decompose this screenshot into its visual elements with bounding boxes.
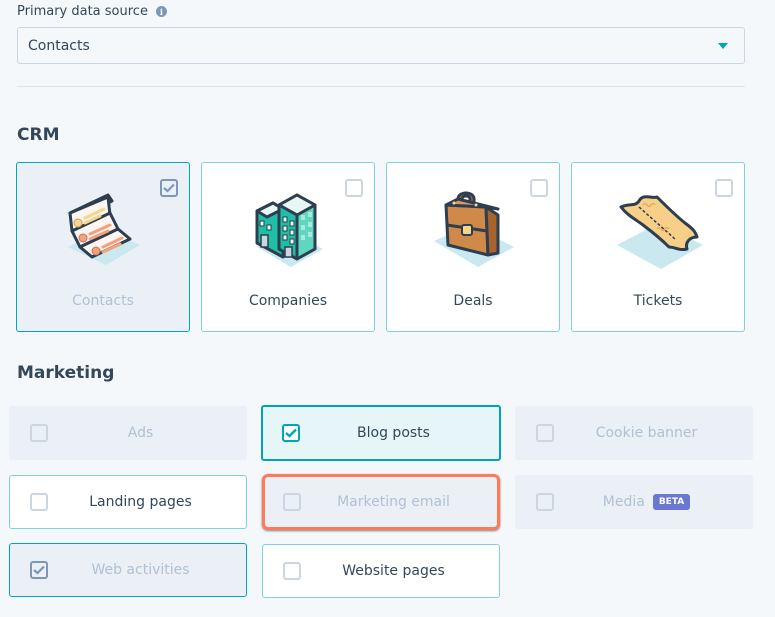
crm-card-label: Tickets <box>633 293 683 309</box>
marketing-card-label: Marketing email <box>337 494 450 510</box>
caret-down-icon <box>718 43 728 49</box>
crm-card-label: Companies <box>248 293 328 309</box>
marketing-card-label: Blog posts <box>357 425 430 441</box>
marketing-card-blog-posts[interactable]: Blog posts <box>261 405 501 461</box>
marketing-card-cookie-banner[interactable]: Cookie banner <box>515 406 753 460</box>
crm-card-contacts[interactable]: Contacts <box>16 162 190 332</box>
crm-section-title: CRM <box>17 125 60 145</box>
marketing-card-landing-pages[interactable]: Landing pages <box>9 475 247 529</box>
divider <box>17 86 745 87</box>
marketing-card-label: Ads <box>127 425 154 441</box>
buildings-icon <box>255 193 323 267</box>
primary-data-source-label-text: Primary data source <box>17 4 148 19</box>
crm-card-companies[interactable]: Companies <box>201 162 375 332</box>
marketing-card-ads[interactable]: Ads <box>9 406 247 460</box>
crm-card-label: Contacts <box>72 293 134 309</box>
checkbox-deals[interactable] <box>530 179 548 197</box>
ticket-icon <box>617 195 703 269</box>
checkbox-contacts[interactable] <box>160 179 178 197</box>
marketing-card-media[interactable]: Media BETA <box>515 475 753 529</box>
crm-card-tickets[interactable]: Tickets <box>571 162 745 332</box>
marketing-section-title: Marketing <box>17 363 115 383</box>
beta-badge: BETA <box>652 494 691 510</box>
crm-card-deals[interactable]: Deals <box>386 162 560 332</box>
marketing-card-label: Cookie banner <box>595 425 698 441</box>
primary-data-source-select[interactable]: Contacts <box>17 27 745 64</box>
marketing-card-website-pages[interactable]: Website pages <box>262 544 500 598</box>
checkbox-tickets[interactable] <box>715 179 733 197</box>
crm-card-label: Deals <box>453 293 493 309</box>
primary-data-source-value: Contacts <box>28 37 90 54</box>
primary-data-source-label: Primary data source i <box>17 4 167 19</box>
contacts-cards-icon <box>68 193 140 265</box>
info-icon[interactable]: i <box>155 6 167 17</box>
checkbox-companies[interactable] <box>345 179 363 197</box>
briefcase-icon <box>434 191 514 267</box>
marketing-card-label: Media <box>602 494 645 510</box>
marketing-card-label-wrap: Media BETA <box>516 494 752 510</box>
marketing-card-label: Website pages <box>342 563 445 579</box>
marketing-card-marketing-email[interactable]: Marketing email <box>262 474 500 530</box>
marketing-card-label: Web activities <box>91 562 190 578</box>
marketing-card-label: Landing pages <box>89 494 192 510</box>
marketing-card-web-activities[interactable]: Web activities <box>9 543 247 597</box>
